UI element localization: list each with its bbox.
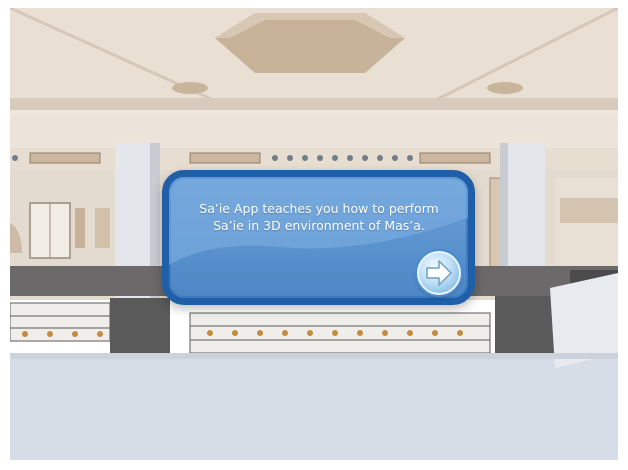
next-button[interactable] (417, 251, 461, 295)
arrow-right-icon (426, 260, 452, 286)
game-screen: Sa’ie App teaches you how to perform Sa’… (0, 0, 628, 470)
dialog-message: Sa’ie App teaches you how to perform Sa’… (199, 201, 439, 233)
intro-dialog: Sa’ie App teaches you how to perform Sa’… (162, 170, 475, 305)
floor (10, 353, 618, 460)
